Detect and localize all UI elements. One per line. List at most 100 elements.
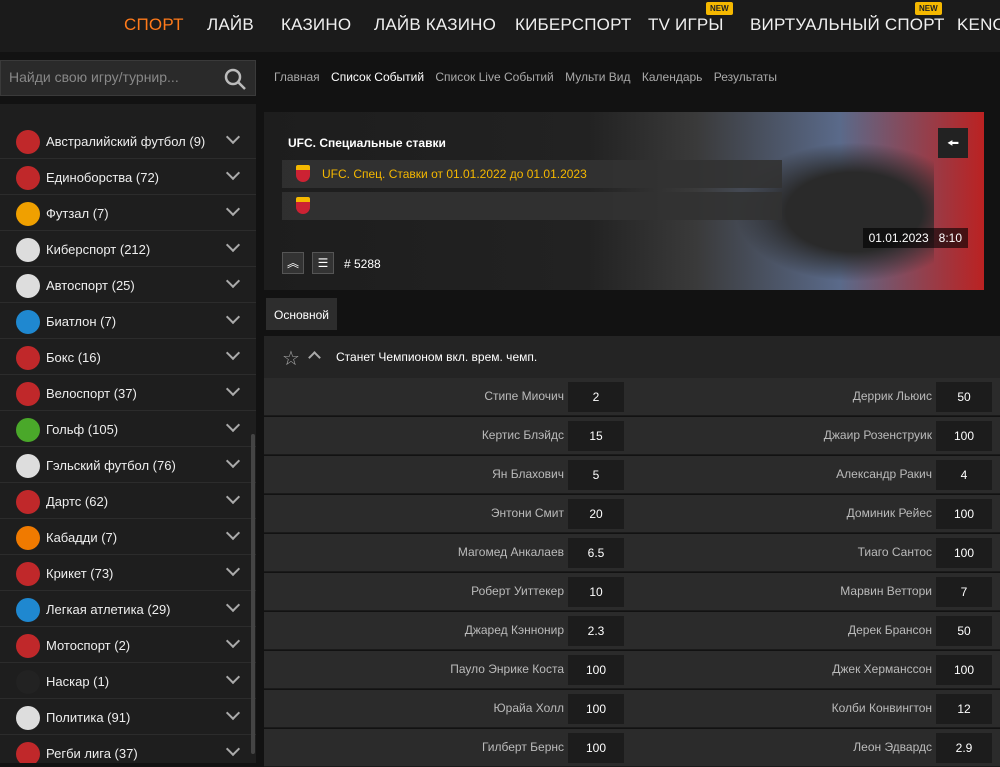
top-navigation: СПОРТ ЛАЙВ КАЗИНО ЛАЙВ КАЗИНО КИБЕРСПОРТ… [0,0,1000,52]
chevron-down-icon[interactable] [225,741,241,757]
sidebar-item-label: Австралийский футбол (9) [46,134,206,149]
sidebar-item-label: Политика (91) [46,710,131,725]
chevron-down-icon[interactable] [225,201,241,217]
event-sub-row[interactable] [282,192,782,220]
sidebar-item[interactable]: Гольф (105) [0,412,256,447]
event-league-row[interactable]: UFC. Спец. Ставки от 01.01.2022 до 01.01… [282,160,782,188]
left-odd-button[interactable]: 2.3 [568,616,624,646]
sidebar-item[interactable]: Футзал (7) [0,196,256,231]
breadcrumb: Главная Список Событий Список Live Событ… [274,70,785,84]
left-odd-button[interactable]: 10 [568,577,624,607]
crumb-multi-view[interactable]: Мульти Вид [565,70,630,84]
sidebar-item-label: Киберспорт (212) [46,242,151,257]
gaelic-football-icon [16,454,40,478]
nav-keno[interactable]: KENO [957,15,1000,35]
chevron-down-icon[interactable] [225,489,241,505]
sidebar-item[interactable]: Наскар (1) [0,664,256,699]
sidebar-item[interactable]: Политика (91) [0,700,256,735]
left-selection-name: Юрайа Холл [493,701,564,715]
chevron-down-icon[interactable] [225,561,241,577]
chevron-down-icon[interactable] [225,453,241,469]
favorite-star-icon[interactable]: ☆ [282,346,300,371]
crumb-events-list[interactable]: Список Событий [331,70,424,84]
sidebar-item[interactable]: Австралийский футбол (9) [0,124,256,159]
right-odd-button[interactable]: 50 [936,382,992,412]
nav-live-casino[interactable]: ЛАЙВ КАЗИНО [374,15,496,35]
back-arrow-icon[interactable]: 🠘 [938,128,968,158]
chevron-down-icon[interactable] [225,345,241,361]
chevron-down-icon[interactable] [225,273,241,289]
right-odd-button[interactable]: 2.9 [936,733,992,763]
crumb-calendar[interactable]: Календарь [642,70,703,84]
event-league-label: UFC. Спец. Ставки от 01.01.2022 до 01.01… [322,167,587,181]
nav-sport[interactable]: СПОРТ [124,15,184,35]
left-selection-name: Ян Блахович [492,467,564,481]
right-odd-button[interactable]: 100 [936,538,992,568]
sidebar-item[interactable]: Единоборства (72) [0,160,256,195]
left-odd-button[interactable]: 100 [568,655,624,685]
chevron-down-icon[interactable] [225,669,241,685]
sidebar-item[interactable]: Киберспорт (212) [0,232,256,267]
crumb-home[interactable]: Главная [274,70,320,84]
left-selection-name: Джаред Кэннонир [464,623,564,637]
sidebar-item[interactable]: Велоспорт (37) [0,376,256,411]
sidebar-item[interactable]: Крикет (73) [0,556,256,591]
left-odd-button[interactable]: 6.5 [568,538,624,568]
collapse-up-icon[interactable]: ︽ [282,252,304,274]
event-hero-banner: UFC. Специальные ставки UFC. Спец. Ставк… [264,112,984,290]
crumb-live-events[interactable]: Список Live Событий [435,70,553,84]
cricket-icon [16,562,40,586]
nav-live[interactable]: ЛАЙВ [207,15,254,35]
nav-casino[interactable]: КАЗИНО [281,15,351,35]
right-odd-button[interactable]: 12 [936,694,992,724]
chevron-down-icon[interactable] [225,129,241,145]
sidebar-item-label: Бокс (16) [46,350,101,365]
megaphone-icon [16,706,40,730]
tab-main[interactable]: Основной [266,298,338,330]
left-odd-button[interactable]: 2 [568,382,624,412]
chevron-down-icon[interactable] [225,165,241,181]
chevron-down-icon[interactable] [225,417,241,433]
nav-esports[interactable]: КИБЕРСПОРТ [515,15,631,35]
chevron-down-icon[interactable] [225,705,241,721]
sidebar-item[interactable]: Автоспорт (25) [0,268,256,303]
left-odd-button[interactable]: 5 [568,460,624,490]
left-odd-button[interactable]: 15 [568,421,624,451]
market-header[interactable]: ☆ Станет Чемпионом вкл. врем. чемп. [264,336,1000,378]
sidebar-item-label: Легкая атлетика (29) [46,602,171,617]
chevron-down-icon[interactable] [225,381,241,397]
sidebar-item[interactable]: Гэльский футбол (76) [0,448,256,483]
chevron-down-icon[interactable] [225,309,241,325]
left-odd-button[interactable]: 20 [568,499,624,529]
sidebar-item-label: Футзал (7) [46,206,109,221]
odds-row: Стипе Миочич 2 Деррик Льюис 50 [264,378,1000,416]
left-odd-button[interactable]: 100 [568,694,624,724]
right-selection-name: Колби Конвингтон [831,701,932,715]
sidebar-item[interactable]: Биатлон (7) [0,304,256,339]
right-odd-button[interactable]: 100 [936,421,992,451]
sidebar-item[interactable]: Дартс (62) [0,484,256,519]
chevron-down-icon[interactable] [225,525,241,541]
right-odd-button[interactable]: 100 [936,655,992,685]
sidebar-item[interactable]: Кабадди (7) [0,520,256,555]
chevron-down-icon[interactable] [225,237,241,253]
sidebar-item[interactable]: Регби лига (37) [0,736,256,763]
sidebar-item[interactable]: Бокс (16) [0,340,256,375]
nav-tv-games[interactable]: TV ИГРЫ [648,15,724,35]
sidebar-item[interactable]: Мотоспорт (2) [0,628,256,663]
chevron-up-icon[interactable] [308,351,321,364]
right-odd-button[interactable]: 4 [936,460,992,490]
chevron-down-icon[interactable] [225,597,241,613]
chevron-down-icon[interactable] [225,633,241,649]
right-odd-button[interactable]: 7 [936,577,992,607]
search-icon[interactable] [223,67,247,91]
left-odd-button[interactable]: 100 [568,733,624,763]
sidebar-scrollbar[interactable] [251,434,255,754]
right-odd-button[interactable]: 50 [936,616,992,646]
search-input[interactable] [9,69,219,85]
crumb-results[interactable]: Результаты [714,70,777,84]
nav-virtual-sport[interactable]: ВИРТУАЛЬНЫЙ СПОРТ [750,15,945,35]
sidebar-item[interactable]: Легкая атлетика (29) [0,592,256,627]
right-odd-button[interactable]: 100 [936,499,992,529]
stats-table-icon[interactable]: ☰ [312,252,334,274]
